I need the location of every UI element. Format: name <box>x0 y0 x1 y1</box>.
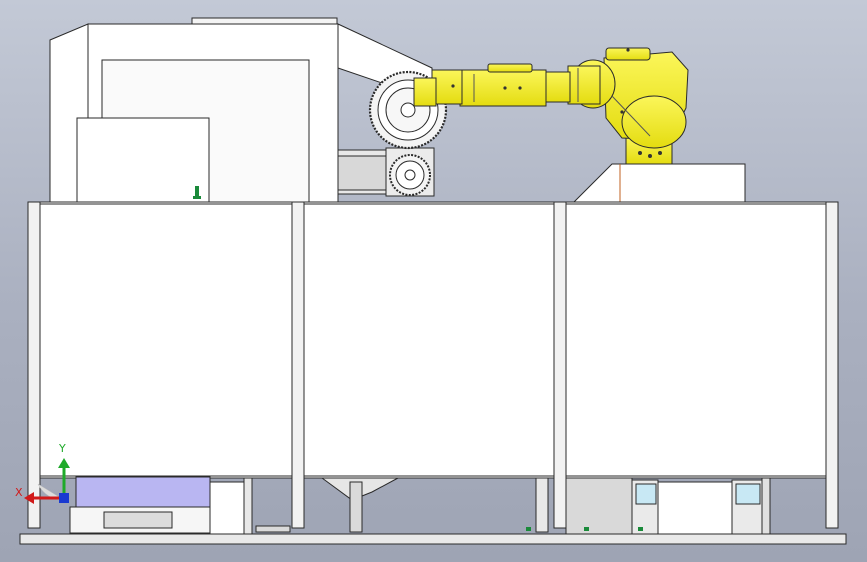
x-axis-label: X <box>15 486 23 499</box>
lower-left-unit[interactable] <box>69 476 253 535</box>
lower-right-unit[interactable] <box>535 477 771 535</box>
lower-center-unit[interactable] <box>255 477 399 533</box>
main-enclosure[interactable] <box>27 201 839 479</box>
y-axis-label: Y <box>59 442 66 455</box>
base-plate[interactable] <box>19 533 847 545</box>
3d-viewport[interactable]: Y X <box>0 0 867 562</box>
machine-assembly-model[interactable] <box>0 0 867 562</box>
robot-platform[interactable] <box>572 163 746 203</box>
yellow-robot-arm[interactable] <box>413 47 689 165</box>
